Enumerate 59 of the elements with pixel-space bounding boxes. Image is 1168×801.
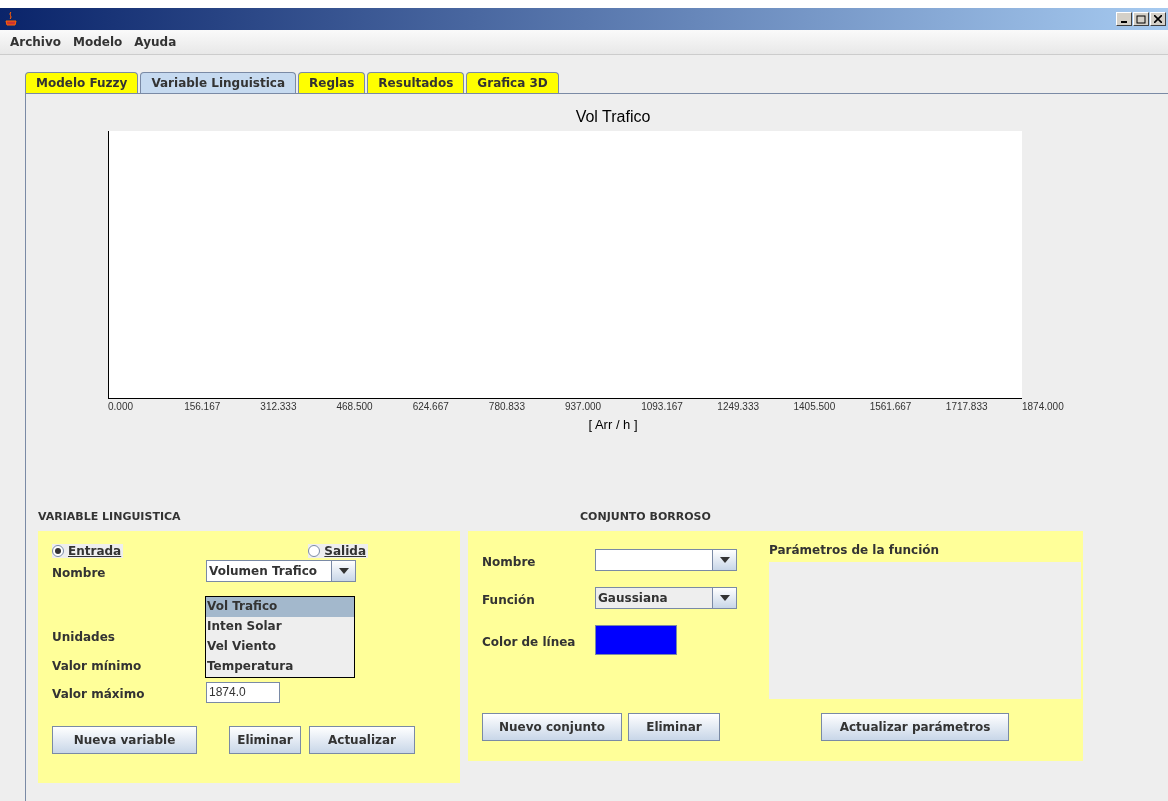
params-label: Parámetros de la función (769, 543, 941, 557)
field-label: Nombre (482, 554, 536, 569)
function-dropdown[interactable]: Gaussiana (595, 587, 737, 609)
radio-button[interactable]: Entrada (52, 544, 124, 558)
menu-item[interactable]: Archivo (10, 35, 62, 49)
action-button[interactable]: Eliminar (229, 726, 301, 754)
input-field[interactable]: 1874.0 (206, 681, 280, 703)
maximize-icon (1136, 14, 1146, 24)
axis-tick-label: 0.000 (108, 401, 134, 412)
action-button[interactable]: Actualizar (309, 726, 415, 754)
radio-button[interactable]: Salida (308, 544, 368, 558)
field-label: Unidades (52, 630, 115, 644)
field-label: Valor mínimo (52, 658, 142, 673)
axis-tick-label: 624.667 (412, 401, 449, 412)
minimize-button[interactable] (1116, 12, 1132, 26)
action-button[interactable]: Nuevo conjunto (482, 713, 622, 741)
name-dropdown[interactable]: Volumen Trafico (206, 560, 356, 582)
dropdown-option[interactable]: Vel Viento (206, 637, 354, 657)
dropdown-option[interactable]: Inten Solar (206, 617, 354, 637)
app-icon (4, 11, 18, 27)
tab[interactable]: Modelo Fuzzy (25, 72, 139, 93)
axis-tick-label: 1874.000 (1022, 401, 1064, 412)
axis-tick-label: 1561.667 (869, 401, 912, 412)
axis-tick-label: 468.500 (336, 401, 373, 412)
tab[interactable]: Grafica 3D (466, 72, 559, 93)
caret-icon (719, 557, 730, 563)
field-label: Valor máximo (52, 686, 145, 701)
axis-tick-label: 312.333 (260, 401, 297, 412)
action-button[interactable]: Nueva variable (52, 726, 197, 754)
caret-icon (719, 595, 730, 601)
tab[interactable]: Reglas (298, 72, 366, 93)
caret-icon (338, 568, 349, 574)
set-name-dropdown[interactable] (595, 549, 737, 571)
tab[interactable]: Resultados (367, 72, 465, 93)
axis-tick-label: 780.833 (488, 401, 525, 412)
update-button[interactable]: Actualizar parámetros (821, 713, 1009, 741)
color-swatch[interactable] (595, 625, 677, 655)
tab[interactable]: Variable Linguistica (140, 72, 297, 93)
close-icon (1154, 15, 1162, 23)
maximize-button[interactable] (1133, 12, 1149, 26)
close-button[interactable] (1150, 12, 1166, 26)
axis-label: [ Arr / h ] (588, 417, 638, 432)
field-label: Color de línea (482, 634, 576, 649)
axis-tick-label: 937.000 (565, 401, 602, 412)
chart-title: Vol Trafico (575, 108, 651, 126)
field-label: Nombre (52, 565, 106, 580)
axis-tick-label: 1405.500 (793, 401, 836, 412)
section-heading: VARIABLE LINGUISTICA (38, 510, 182, 525)
dropdown-option[interactable]: Vol Trafico (206, 597, 354, 617)
axis-tick-label: 1249.333 (717, 401, 760, 412)
menu-item[interactable]: Modelo (73, 35, 123, 49)
field-label: Función (482, 592, 535, 607)
dropdown-option[interactable]: Temperatura (206, 657, 354, 677)
section-heading: CONJUNTO BORROSO (579, 510, 712, 525)
action-button[interactable]: Eliminar (628, 713, 720, 741)
menu-item[interactable]: Ayuda (134, 35, 177, 49)
axis-tick-label: 1093.167 (641, 401, 683, 412)
axis-tick-label: 1717.833 (945, 401, 988, 412)
axis-tick-label: 156.167 (184, 401, 221, 412)
